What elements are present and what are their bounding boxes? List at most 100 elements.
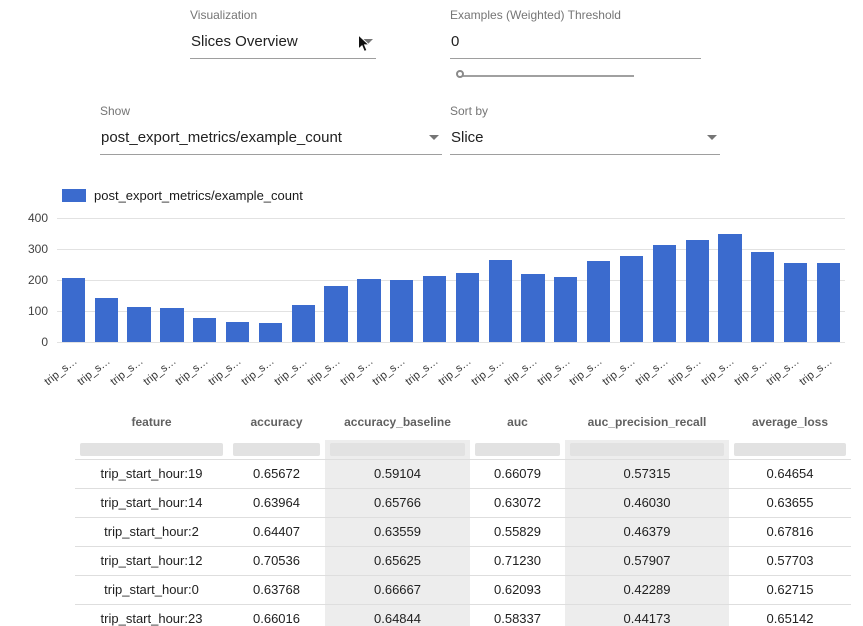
filter-input-auc[interactable] [475, 443, 560, 456]
visualization-label: Visualization [190, 8, 376, 22]
table-cell: 0.57907 [565, 546, 729, 575]
bar [653, 245, 676, 342]
show-value: post_export_metrics/example_count [101, 129, 342, 146]
column-header-feature[interactable]: feature [75, 403, 228, 440]
show-control: Show post_export_metrics/example_count [100, 104, 442, 155]
bar [784, 263, 807, 342]
table-cell: 0.57315 [565, 459, 729, 488]
bar [226, 322, 249, 342]
threshold-value: 0 [451, 33, 459, 50]
y-tick-label: 300 [28, 242, 48, 256]
table-cell: 0.62093 [470, 575, 565, 604]
table-row: trip_start_hour:140.639640.657660.630720… [75, 488, 851, 517]
visualization-value: Slices Overview [191, 33, 298, 50]
y-axis: 0100200300400 [14, 218, 48, 342]
table-cell: 0.63964 [228, 488, 325, 517]
column-header-average_loss[interactable]: average_loss [729, 403, 851, 440]
table-cell: trip_start_hour:12 [75, 546, 228, 575]
bar [489, 260, 512, 342]
filter-input-feature[interactable] [80, 443, 223, 456]
bar [259, 323, 282, 342]
legend-swatch [62, 189, 86, 202]
show-label: Show [100, 104, 442, 118]
table-row: trip_start_hour:00.637680.666670.620930.… [75, 575, 851, 604]
bar [521, 274, 544, 343]
table-cell: 0.63768 [228, 575, 325, 604]
table-header-row: featureaccuracyaccuracy_baselineaucauc_p… [75, 403, 851, 440]
sort-by-select[interactable]: Slice [450, 129, 720, 155]
show-select[interactable]: post_export_metrics/example_count [100, 129, 442, 155]
y-tick-label: 0 [41, 335, 48, 349]
bar [160, 308, 183, 342]
bar [127, 307, 150, 342]
table-cell: 0.70536 [228, 546, 325, 575]
table-row: trip_start_hour:120.705360.656250.712300… [75, 546, 851, 575]
table-cell: 0.63559 [325, 517, 470, 546]
table-cell: 0.65672 [228, 459, 325, 488]
table-cell: 0.55829 [470, 517, 565, 546]
slider-knob[interactable] [456, 70, 464, 78]
table-cell: 0.65625 [325, 546, 470, 575]
column-header-auc[interactable]: auc [470, 403, 565, 440]
visualization-control: Visualization Slices Overview [190, 8, 376, 59]
table-cell: 0.57703 [729, 546, 851, 575]
table-cell: 0.63072 [470, 488, 565, 517]
table-cell: 0.66016 [228, 604, 325, 626]
metrics-table: featureaccuracyaccuracy_baselineaucauc_p… [75, 403, 851, 626]
threshold-label: Examples (Weighted) Threshold [450, 8, 701, 22]
column-header-auc_precision_recall[interactable]: auc_precision_recall [565, 403, 729, 440]
sort-by-value: Slice [451, 129, 484, 146]
filter-input-accuracy[interactable] [233, 443, 320, 456]
table-cell: 0.67816 [729, 517, 851, 546]
y-tick-label: 200 [28, 273, 48, 287]
table-row: trip_start_hour:20.644070.635590.558290.… [75, 517, 851, 546]
y-tick-label: 100 [28, 304, 48, 318]
table-cell: 0.62715 [729, 575, 851, 604]
threshold-control: Examples (Weighted) Threshold 0 [450, 8, 701, 59]
threshold-input[interactable]: 0 [450, 33, 701, 59]
metrics-table-wrap: featureaccuracyaccuracy_baselineaucauc_p… [75, 403, 851, 626]
chart-legend: post_export_metrics/example_count [62, 188, 303, 203]
bar [751, 252, 774, 342]
filter-input-average_loss[interactable] [734, 443, 846, 456]
gridline [57, 342, 845, 343]
column-header-accuracy[interactable]: accuracy [228, 403, 325, 440]
bar [292, 305, 315, 342]
bar [587, 261, 610, 342]
table-cell: 0.65766 [325, 488, 470, 517]
table-cell: 0.46030 [565, 488, 729, 517]
dropdown-arrow-icon [707, 135, 717, 140]
bar [718, 234, 741, 343]
table-cell: trip_start_hour:14 [75, 488, 228, 517]
table-cell: 0.46379 [565, 517, 729, 546]
table-cell: 0.64844 [325, 604, 470, 626]
visualization-select[interactable]: Slices Overview [190, 33, 376, 59]
table-cell: trip_start_hour:0 [75, 575, 228, 604]
filter-input-auc_precision_recall[interactable] [570, 443, 724, 456]
mouse-cursor-icon [357, 34, 373, 58]
filter-input-accuracy_baseline[interactable] [330, 443, 465, 456]
column-header-accuracy_baseline[interactable]: accuracy_baseline [325, 403, 470, 440]
table-cell: 0.66079 [470, 459, 565, 488]
bar [390, 280, 413, 342]
x-tick-label: trip_s… [42, 355, 79, 388]
table-cell: 0.66667 [325, 575, 470, 604]
x-axis: trip_s…trip_s…trip_s…trip_s…trip_s…trip_… [57, 344, 845, 384]
table-cell: 0.42289 [565, 575, 729, 604]
table-cell: trip_start_hour:23 [75, 604, 228, 626]
y-tick-label: 400 [28, 211, 48, 225]
threshold-slider[interactable] [456, 69, 634, 83]
slider-track[interactable] [463, 75, 634, 77]
bar [193, 318, 216, 342]
table-cell: trip_start_hour:2 [75, 517, 228, 546]
table-cell: 0.71230 [470, 546, 565, 575]
bar [357, 279, 380, 342]
table-cell: 0.44173 [565, 604, 729, 626]
legend-label: post_export_metrics/example_count [94, 188, 303, 203]
bar [686, 240, 709, 342]
bar [423, 276, 446, 342]
bar [620, 256, 643, 342]
bar [456, 273, 479, 342]
sort-by-control: Sort by Slice [450, 104, 720, 155]
slicing-metrics-browser: Visualization Slices Overview Examples (… [0, 0, 863, 626]
